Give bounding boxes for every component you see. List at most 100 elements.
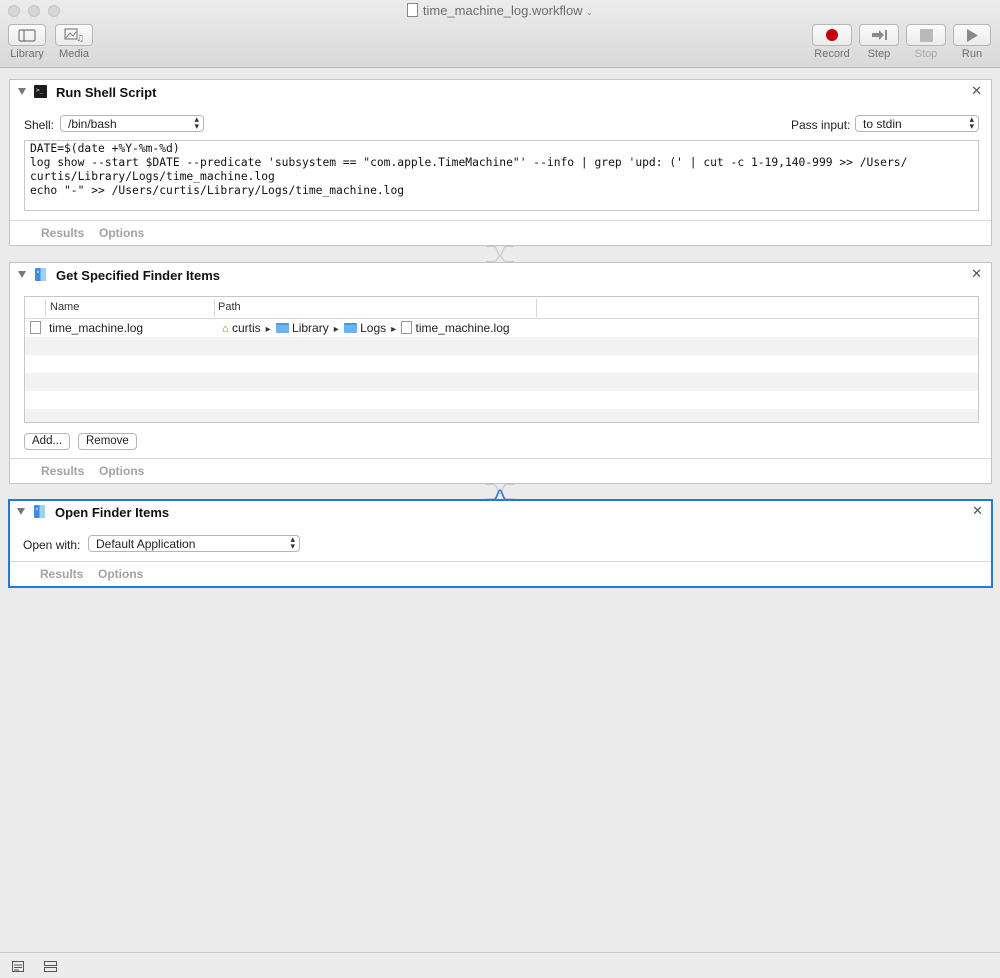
shell-label: Shell:: [24, 118, 55, 132]
results-tab[interactable]: Results: [40, 567, 83, 581]
chevron-down-icon: ⌄: [585, 7, 594, 17]
action-header: Open Finder Items ✕: [10, 501, 991, 527]
disclosure-triangle-icon[interactable]: [18, 271, 26, 278]
path-segment: Library: [292, 321, 329, 335]
script-line: echo "-" >> /Users/curtis/Library/Logs/t…: [30, 184, 405, 197]
action-open-finder-items[interactable]: Open Finder Items ✕ Open with: Default A…: [8, 499, 993, 588]
column-separator: [214, 299, 215, 317]
options-tab[interactable]: Options: [98, 567, 143, 581]
path-control[interactable]: ⌂ curtis ▸ Library ▸ Logs ▸ time_machine.lo…: [222, 321, 510, 335]
window-title-area[interactable]: time_machine_log.workflow ⌄: [0, 3, 1000, 18]
folder-icon: [275, 323, 289, 333]
table-row-empty: [25, 391, 978, 409]
finder-items-table[interactable]: Name Path time_machine.log ⌂ curtis ▸ Lib…: [24, 296, 979, 423]
script-line: curtis/Library/Logs/time_machine.log: [30, 170, 275, 183]
window-toolbar: time_machine_log.workflow ⌄ Library ♫ Med…: [0, 0, 1000, 68]
results-tab[interactable]: Results: [41, 226, 84, 240]
library-label: Library: [10, 48, 44, 60]
home-icon: ⌂: [222, 323, 229, 335]
action-title: Get Specified Finder Items: [56, 268, 220, 283]
document-icon: [406, 3, 418, 17]
disclosure-triangle-icon[interactable]: [18, 88, 26, 95]
action-connector: [486, 484, 514, 500]
action-title: Open Finder Items: [55, 505, 170, 520]
updown-chevron-icon: ▴ ▾: [969, 114, 974, 131]
script-line: DATE=$(date +%Y-%m-%d): [30, 142, 180, 155]
svg-text:>_: >_: [36, 87, 44, 94]
script-editor[interactable]: DATE=$(date +%Y-%m-%d) log show --start $…: [24, 140, 979, 211]
action-header: >_ Run Shell Script ✕: [10, 80, 991, 106]
folder-icon: [343, 323, 357, 333]
column-separator: [45, 299, 46, 317]
media-icon: ♫: [64, 28, 84, 42]
finder-icon: [35, 268, 46, 281]
column-header-path[interactable]: Path: [218, 301, 241, 313]
pass-input-popup-value: to stdin: [863, 117, 902, 131]
script-line: log show --start $DATE --predicate 'subs…: [30, 156, 908, 169]
item-name: time_machine.log: [49, 321, 144, 335]
play-icon: [967, 28, 978, 42]
record-label: Record: [814, 48, 850, 60]
record-button[interactable]: Record: [812, 24, 852, 60]
action-footer: Results Options: [10, 220, 991, 245]
close-icon[interactable]: ✕: [972, 503, 983, 519]
action-footer: Results Options: [10, 458, 991, 483]
table-row-empty: [25, 409, 978, 422]
pass-input-label: Pass input:: [791, 118, 851, 132]
options-tab[interactable]: Options: [99, 464, 144, 478]
chevron-right-icon: ▸: [391, 324, 397, 335]
run-button[interactable]: Run: [953, 24, 991, 60]
table-row[interactable]: time_machine.log ⌂ curtis ▸ Library ▸ Logs…: [25, 319, 978, 337]
library-button[interactable]: Library: [8, 24, 46, 60]
column-header-name[interactable]: Name: [50, 301, 79, 313]
options-tab[interactable]: Options: [99, 226, 144, 240]
workflow-area: >_ Run Shell Script ✕ Shell: /bin/bash ▴…: [0, 68, 1000, 952]
log-view-icon[interactable]: [44, 961, 57, 972]
action-footer: Results Options: [10, 561, 991, 586]
close-icon[interactable]: ✕: [971, 83, 982, 99]
step-button[interactable]: Step: [859, 24, 899, 60]
pass-input-popup[interactable]: to stdin ▴ ▾: [855, 115, 979, 132]
disclosure-triangle-icon[interactable]: [17, 508, 25, 515]
step-label: Step: [867, 48, 891, 60]
action-header: Get Specified Finder Items ✕: [10, 263, 991, 289]
table-row-empty: [25, 373, 978, 391]
media-button[interactable]: ♫ Media: [55, 24, 93, 60]
action-run-shell-script[interactable]: >_ Run Shell Script ✕ Shell: /bin/bash ▴…: [9, 79, 992, 246]
path-segment: time_machine.log: [415, 321, 510, 335]
open-with-popup-value: Default Application: [96, 537, 196, 551]
path-segment: Logs: [360, 321, 387, 335]
file-icon: [30, 321, 41, 335]
bottom-bar: [0, 952, 1000, 978]
close-icon[interactable]: ✕: [971, 266, 982, 282]
updown-chevron-icon: ▴ ▾: [290, 534, 295, 551]
path-segment: curtis: [232, 321, 261, 335]
shell-popup[interactable]: /bin/bash ▴ ▾: [60, 115, 204, 132]
record-icon: [826, 29, 838, 41]
svg-text:♫: ♫: [76, 34, 84, 42]
finder-icon: [34, 505, 45, 518]
table-header: Name Path: [25, 297, 978, 319]
window-title: time_machine_log.workflow: [422, 3, 583, 18]
chevron-right-icon: ▸: [333, 324, 339, 335]
action-get-specified-finder-items[interactable]: Get Specified Finder Items ✕ Name Path t…: [9, 262, 992, 484]
stop-label: Stop: [914, 48, 938, 60]
table-row-empty: [25, 337, 978, 355]
open-with-popup[interactable]: Default Application ▴ ▾: [88, 535, 300, 552]
run-label: Run: [961, 48, 983, 60]
action-title: Run Shell Script: [56, 85, 157, 100]
chevron-right-icon: ▸: [265, 324, 271, 335]
stop-button[interactable]: Stop: [906, 24, 946, 60]
step-icon: [872, 30, 887, 40]
shell-popup-value: /bin/bash: [68, 117, 117, 131]
column-separator: [536, 299, 537, 317]
action-connector: [486, 246, 514, 262]
media-label: Media: [59, 48, 89, 60]
remove-button[interactable]: Remove: [78, 433, 137, 450]
open-with-label: Open with:: [23, 538, 81, 552]
list-view-icon[interactable]: [12, 961, 24, 972]
results-tab[interactable]: Results: [41, 464, 84, 478]
file-icon: [401, 321, 413, 334]
stop-icon: [919, 28, 933, 42]
add-button[interactable]: Add...: [24, 433, 71, 450]
